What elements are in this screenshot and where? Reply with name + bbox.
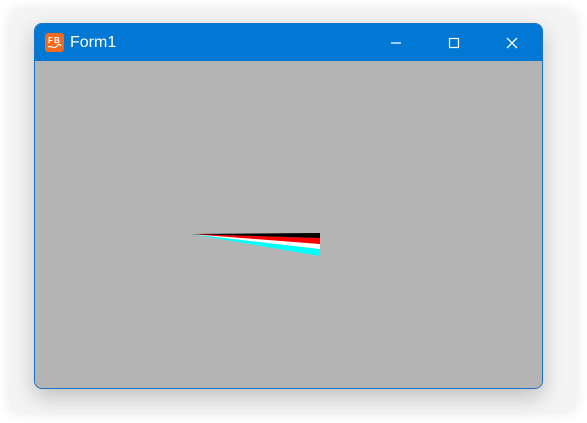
maximize-button[interactable] [431,24,477,61]
minimize-button[interactable] [373,24,419,61]
close-icon [506,37,518,48]
desktop-background: F B Form1 [0,0,587,423]
window-title: Form1 [70,34,117,51]
form-client-area[interactable] [35,61,542,388]
svg-text:B: B [54,36,60,45]
minimize-icon [391,41,401,44]
close-button[interactable] [489,24,535,61]
svg-text:F: F [48,36,53,45]
fb-app-icon: F B [45,33,64,52]
title-bar[interactable]: F B Form1 [35,24,542,61]
form-window[interactable]: F B Form1 [34,23,543,389]
maximize-icon [448,37,460,48]
color-wedge-drawing [190,233,320,256]
